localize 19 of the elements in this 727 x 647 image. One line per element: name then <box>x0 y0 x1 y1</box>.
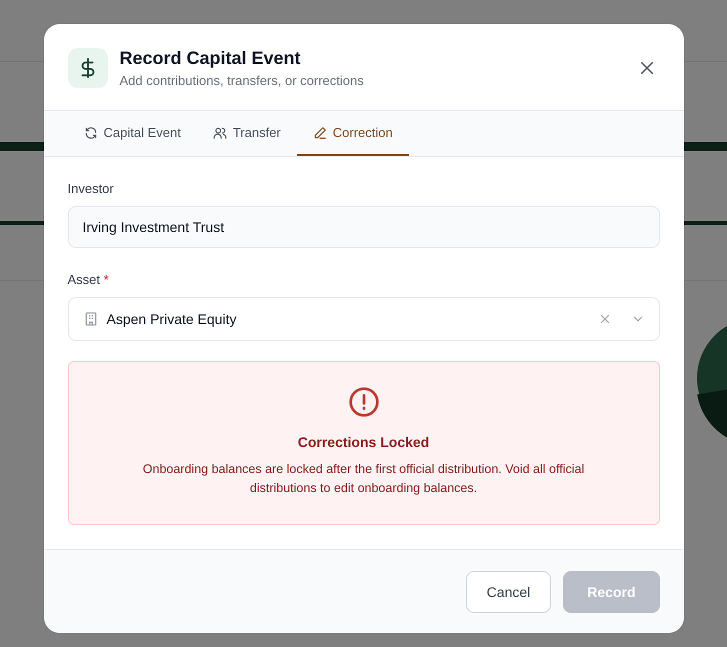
dialog-subtitle: Add contributions, transfers, or corrections <box>120 73 365 88</box>
field-label: Asset * <box>68 272 110 287</box>
field-label: Investor <box>68 181 115 196</box>
investor-field[interactable]: Irving Investment Trust <box>68 206 660 248</box>
pencil-icon <box>312 126 327 140</box>
tab[interactable]: Transfer <box>196 111 297 156</box>
alert-title: Corrections Locked <box>298 434 430 450</box>
dollar-icon <box>68 48 108 88</box>
alert-icon <box>348 386 380 418</box>
alert-message: Onboarding balances are locked after the first official distribution. Void all official distributions to edit onboarding balances. <box>142 461 586 497</box>
tab[interactable]: Capital Event <box>68 111 197 156</box>
clear-icon[interactable] <box>598 313 610 325</box>
cancel-button[interactable]: Cancel <box>466 571 552 613</box>
asset-select[interactable]: Aspen Private Equity <box>68 297 660 341</box>
users-icon <box>212 126 227 140</box>
refresh-icon <box>84 126 98 140</box>
tab[interactable]: Correction <box>296 111 409 156</box>
building-icon <box>82 311 98 327</box>
dialog-title: Record Capital Event <box>120 48 302 69</box>
